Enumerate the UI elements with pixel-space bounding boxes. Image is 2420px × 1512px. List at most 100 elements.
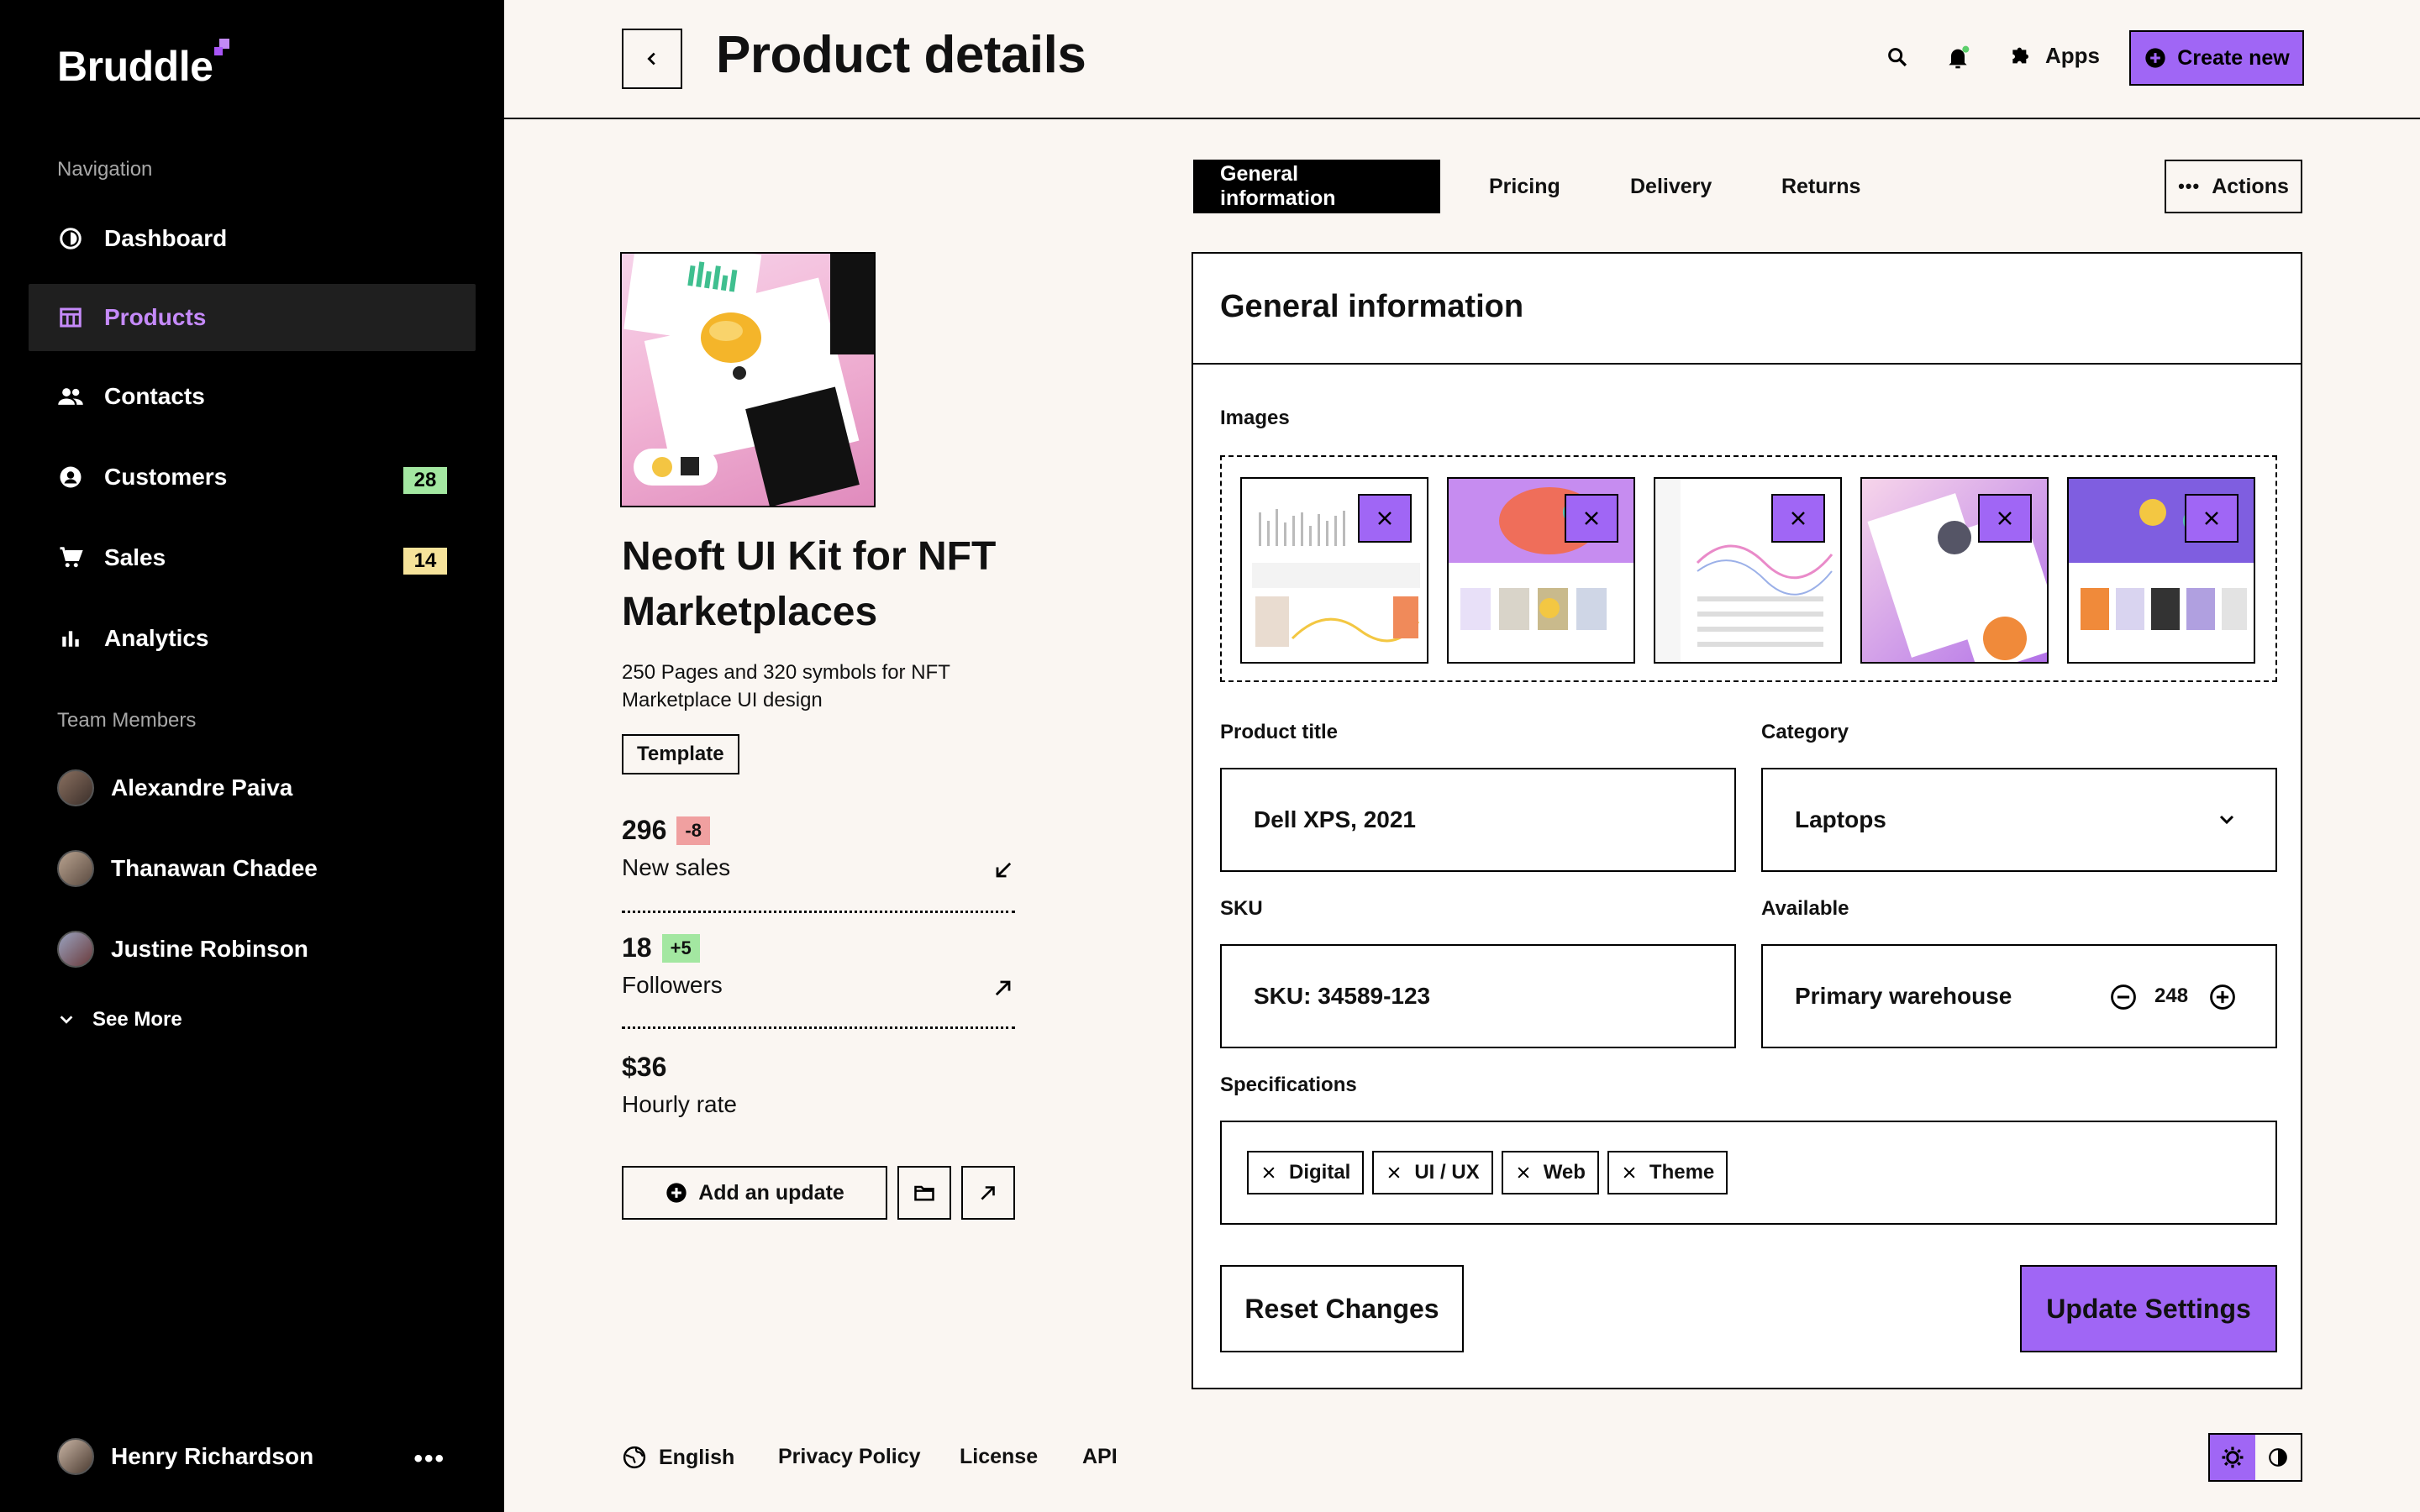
team-member[interactable]: Alexandre Paiva — [57, 769, 292, 806]
product-thumbnail — [620, 252, 876, 507]
tab-pricing[interactable]: Pricing — [1462, 160, 1587, 213]
spec-chip[interactable]: Digital — [1247, 1151, 1365, 1194]
remove-image-button[interactable] — [1771, 494, 1825, 543]
sku-input[interactable]: SKU: 34589-123 — [1220, 944, 1736, 1048]
customers-count-badge: 28 — [403, 467, 447, 494]
contacts-icon — [57, 383, 84, 410]
spec-chip[interactable]: Web — [1501, 1151, 1599, 1194]
privacy-policy-link[interactable]: Privacy Policy — [778, 1445, 921, 1469]
current-user[interactable]: Henry Richardson — [57, 1438, 313, 1475]
tab-general-information[interactable]: General information — [1193, 160, 1440, 213]
sidebar-item-label: Sales — [104, 544, 166, 570]
create-new-label: Create new — [2177, 45, 2290, 70]
available-input: Primary warehouse 248 — [1761, 944, 2277, 1048]
chevron-down-icon — [2217, 810, 2237, 830]
globe-icon — [622, 1445, 647, 1470]
share-button[interactable] — [961, 1166, 1015, 1220]
product-title-input[interactable]: Dell XPS, 2021 — [1220, 768, 1736, 872]
cart-icon — [57, 544, 84, 571]
card-title: General information — [1220, 289, 1524, 324]
avatar — [57, 850, 94, 887]
light-mode-option[interactable] — [2210, 1435, 2255, 1480]
remove-image-button[interactable] — [1978, 494, 2032, 543]
images-dropzone[interactable] — [1220, 455, 2277, 682]
products-icon — [57, 304, 84, 331]
actions-label: Actions — [2212, 174, 2289, 198]
image-thumbnail[interactable] — [2067, 477, 2255, 664]
sidebar-item-products[interactable]: Products — [29, 284, 476, 351]
notification-bell-icon[interactable] — [1943, 42, 1973, 72]
stat-label: Hourly rate — [622, 1091, 737, 1117]
category-select[interactable]: Laptops — [1761, 768, 2277, 872]
increment-button[interactable] — [2208, 983, 2237, 1011]
chart-icon — [57, 625, 84, 652]
sidebar: Bruddle Navigation Dashboard Products Co… — [0, 0, 504, 1512]
page-title: Product details — [716, 26, 1086, 84]
sales-count-badge: 14 — [403, 548, 447, 575]
back-button[interactable] — [622, 29, 682, 89]
product-title-label: Product title — [1220, 721, 1339, 743]
license-link[interactable]: License — [960, 1445, 1038, 1469]
actions-button[interactable]: ••• Actions — [2165, 160, 2302, 213]
remove-image-button[interactable] — [1358, 494, 1412, 543]
decrement-button[interactable] — [2109, 983, 2138, 1011]
divider — [622, 1026, 1015, 1029]
team-member[interactable]: Thanawan Chadee — [57, 850, 318, 887]
team-member-name: Justine Robinson — [111, 936, 308, 962]
spec-chip[interactable]: UI / UX — [1372, 1151, 1493, 1194]
language-label: English — [659, 1445, 735, 1469]
sidebar-item-dashboard[interactable]: Dashboard — [29, 205, 476, 272]
apps-button[interactable]: Apps — [2008, 42, 2100, 69]
image-thumbnail[interactable] — [1447, 477, 1635, 664]
remove-image-button[interactable] — [1565, 494, 1618, 543]
language-selector[interactable]: English — [622, 1445, 734, 1470]
tab-delivery[interactable]: Delivery — [1603, 160, 1739, 213]
stat-followers: 18 +5 Followers — [622, 932, 1015, 999]
stat-hourly-rate: $36 Hourly rate — [622, 1052, 1015, 1118]
folder-icon — [912, 1181, 937, 1205]
add-update-button[interactable]: Add an update — [622, 1166, 887, 1220]
image-thumbnail[interactable] — [1654, 477, 1842, 664]
team-member[interactable]: Justine Robinson — [57, 931, 308, 968]
create-new-button[interactable]: Create new — [2129, 30, 2304, 86]
close-icon — [1995, 508, 2015, 528]
dashboard-icon — [57, 225, 84, 252]
close-icon — [1788, 508, 1808, 528]
specifications-input[interactable]: Digital UI / UX Web Theme — [1220, 1121, 2277, 1225]
spec-chip[interactable]: Theme — [1607, 1151, 1728, 1194]
more-horizontal-icon: ••• — [2178, 176, 2201, 197]
see-more-button[interactable]: See More — [57, 1008, 182, 1032]
stat-new-sales: 296 -8 New sales — [622, 815, 1015, 881]
reset-changes-button[interactable]: Reset Changes — [1220, 1265, 1464, 1352]
theme-toggle[interactable] — [2208, 1433, 2302, 1482]
sidebar-item-analytics[interactable]: Analytics — [29, 605, 476, 672]
remove-image-button[interactable] — [2185, 494, 2238, 543]
spec-chip-label: Web — [1543, 1161, 1586, 1184]
image-thumbnail[interactable] — [1240, 477, 1428, 664]
sidebar-item-customers[interactable]: Customers 28 — [29, 444, 476, 511]
customers-icon — [57, 464, 84, 491]
sidebar-item-sales[interactable]: Sales 14 — [29, 524, 476, 591]
sidebar-item-label: Customers — [104, 464, 228, 490]
stat-label: New sales — [622, 854, 731, 880]
folder-button[interactable] — [897, 1166, 951, 1220]
general-information-card: General information Images Product title… — [1192, 252, 2302, 1389]
brand-logo[interactable]: Bruddle — [57, 39, 230, 91]
update-settings-button[interactable]: Update Settings — [2020, 1265, 2277, 1352]
moon-icon — [2267, 1446, 2289, 1468]
avatar — [57, 931, 94, 968]
search-icon[interactable] — [1882, 42, 1912, 72]
more-options-icon[interactable]: ••• — [413, 1445, 445, 1473]
stat-delta-badge: -8 — [676, 816, 710, 845]
close-icon — [1581, 508, 1602, 528]
tab-returns[interactable]: Returns — [1754, 160, 1887, 213]
apps-label: Apps — [2045, 42, 2100, 68]
dark-mode-option[interactable] — [2255, 1435, 2301, 1480]
stat-value-row: 296 -8 — [622, 815, 1015, 846]
image-thumbnail[interactable] — [1860, 477, 2049, 664]
close-icon — [1623, 1167, 1635, 1179]
product-type-tag: Template — [622, 734, 739, 774]
add-update-label: Add an update — [698, 1180, 844, 1205]
sidebar-item-contacts[interactable]: Contacts — [29, 363, 476, 430]
api-link[interactable]: API — [1082, 1445, 1118, 1469]
